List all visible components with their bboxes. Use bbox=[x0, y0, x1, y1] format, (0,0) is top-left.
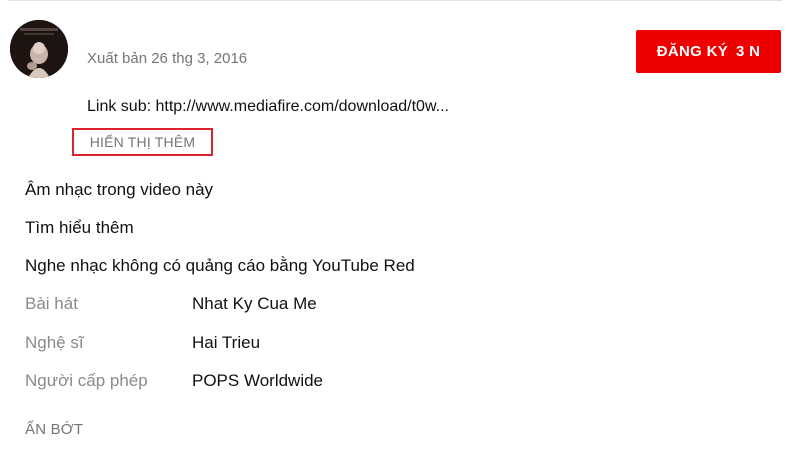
artist-value: Hai Trieu bbox=[192, 333, 261, 352]
youtube-red-promo[interactable]: Nghe nhạc không có quảng cáo bằng YouTub… bbox=[25, 256, 415, 276]
song-value: Nhat Ky Cua Me bbox=[192, 294, 317, 313]
show-more-label: HIỂN THỊ THÊM bbox=[89, 134, 196, 150]
music-heading: Âm nhạc trong video này bbox=[25, 180, 214, 199]
channel-avatar[interactable] bbox=[10, 20, 68, 78]
song-label: Bài hát bbox=[25, 294, 78, 313]
show-more-button[interactable]: HIỂN THỊ THÊM bbox=[72, 128, 213, 156]
publish-date: Xuất bản 26 thg 3, 2016 bbox=[87, 50, 248, 67]
subscriber-count: 3 N bbox=[736, 43, 761, 60]
video-description: Link sub: http://www.mediafire.com/downl… bbox=[87, 98, 449, 115]
top-divider bbox=[8, 0, 782, 1]
licensor-label: Người cấp phép bbox=[25, 371, 148, 390]
artist-label: Nghệ sĩ bbox=[25, 333, 84, 352]
subscribe-button[interactable]: ĐĂNG KÝ 3 N bbox=[636, 30, 781, 73]
learn-more-link[interactable]: Tìm hiểu thêm bbox=[25, 218, 134, 238]
show-less-button[interactable]: ẨN BỚT bbox=[25, 421, 83, 438]
subscribe-label: ĐĂNG KÝ bbox=[656, 43, 729, 60]
licensor-value: POPS Worldwide bbox=[192, 371, 324, 390]
avatar-image bbox=[10, 20, 68, 78]
